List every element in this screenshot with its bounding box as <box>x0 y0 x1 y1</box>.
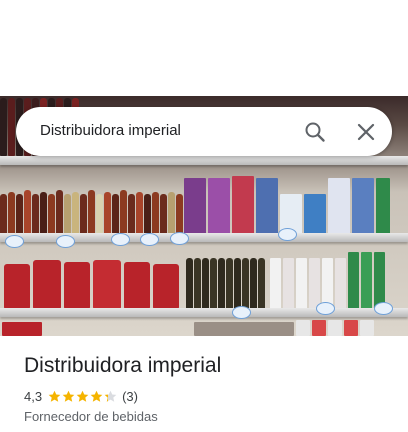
star-icon <box>104 390 117 402</box>
place-title[interactable]: Distribuidora imperial <box>24 354 221 378</box>
search-icon <box>305 122 325 142</box>
price-tag <box>170 232 189 245</box>
star-icon <box>76 390 89 402</box>
price-tag <box>278 228 297 241</box>
star-icon <box>48 390 61 402</box>
review-count[interactable]: (3) <box>122 389 138 404</box>
shelf-3 <box>0 308 408 317</box>
shelf-1 <box>0 156 408 165</box>
lower-product-row <box>0 246 408 310</box>
middle-product-row <box>0 166 408 234</box>
rating-row[interactable]: 4,3 (3) <box>24 389 138 404</box>
close-button[interactable] <box>353 119 379 145</box>
star-icon <box>62 390 75 402</box>
star-rating <box>48 390 118 403</box>
price-tag <box>140 233 159 246</box>
rating-value: 4,3 <box>24 389 43 404</box>
search-bar[interactable]: Distribuidora imperial <box>16 107 392 156</box>
place-category: Fornecedor de bebidas <box>24 409 158 424</box>
star-icon <box>90 390 103 402</box>
bottom-product-row <box>0 318 408 336</box>
price-tag <box>111 233 130 246</box>
price-tag <box>316 302 335 315</box>
price-tag <box>374 302 393 315</box>
search-query-text[interactable]: Distribuidora imperial <box>40 122 181 139</box>
search-button[interactable] <box>302 119 328 145</box>
close-icon <box>357 123 375 141</box>
